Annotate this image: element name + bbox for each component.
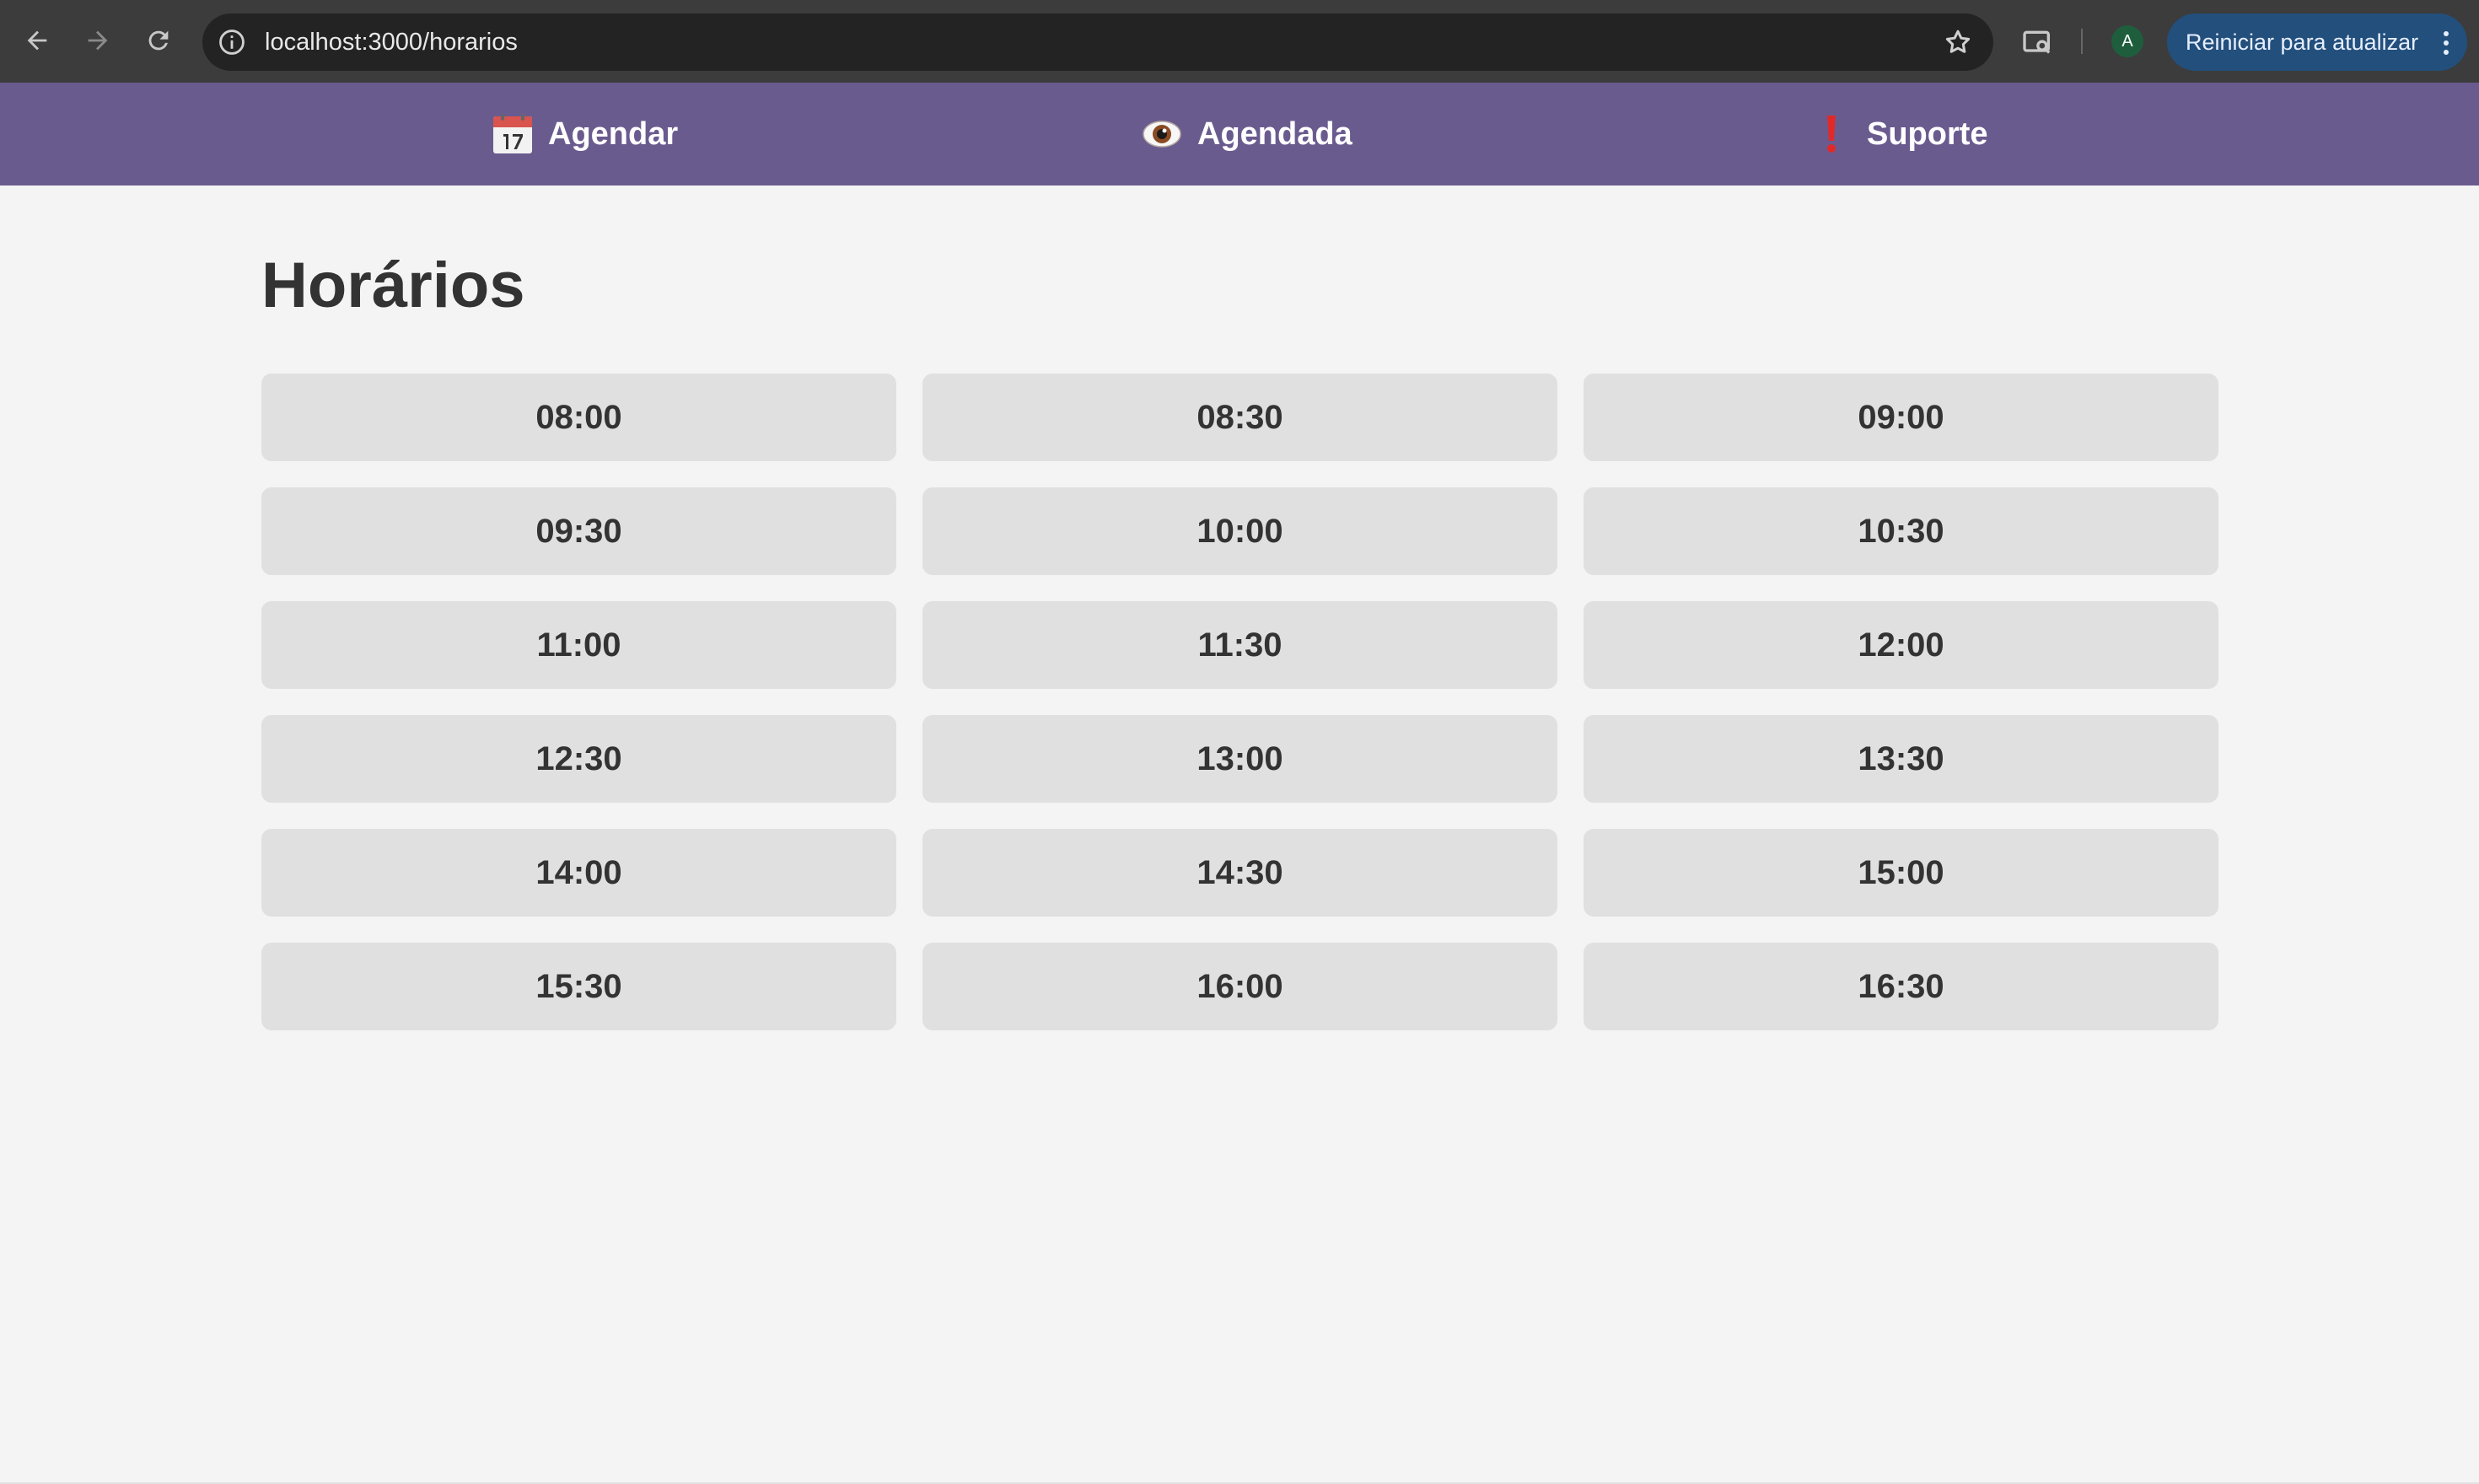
time-slot-button[interactable]: 08:30	[922, 374, 1557, 461]
profile-avatar[interactable]: A	[2111, 25, 2143, 57]
browser-toolbar: localhost:3000/horarios A Reiniciar para…	[0, 0, 2479, 83]
restart-to-update-label: Reiniciar para atualizar	[2186, 30, 2419, 55]
app-navbar: Agendar Agendada Suporte	[0, 83, 2479, 186]
time-slot-button[interactable]: 15:30	[261, 943, 896, 1030]
back-button[interactable]	[13, 17, 61, 64]
time-slot-button[interactable]: 11:00	[261, 601, 896, 689]
time-slot-button[interactable]: 16:30	[1584, 943, 2218, 1030]
time-slot-button[interactable]: 12:00	[1584, 601, 2218, 689]
forward-button[interactable]	[74, 17, 121, 64]
time-slot-button[interactable]: 09:00	[1584, 374, 2218, 461]
time-slot-button[interactable]: 14:30	[922, 829, 1557, 917]
tab-search-icon[interactable]	[2020, 25, 2054, 59]
time-slot-grid: 08:00 08:30 09:00 09:30 10:00 10:30 11:00 11:30…	[261, 374, 2219, 1030]
time-slot-button[interactable]: 09:30	[261, 487, 896, 575]
time-slot-button[interactable]: 16:00	[922, 943, 1557, 1030]
reload-button[interactable]	[135, 17, 182, 64]
time-slot-button[interactable]: 11:30	[922, 601, 1557, 689]
nav-item-suporte[interactable]: Suporte	[1810, 83, 1988, 186]
time-slot-button[interactable]: 12:30	[261, 715, 896, 803]
time-slot-button[interactable]: 15:00	[1584, 829, 2218, 917]
time-slot-button[interactable]: 10:30	[1584, 487, 2218, 575]
nav-item-agendada[interactable]: Agendada	[1140, 83, 1352, 186]
bookmark-star-icon[interactable]	[1943, 27, 1973, 57]
page-title: Horários	[261, 250, 525, 321]
site-info-icon[interactable]	[218, 28, 246, 56]
reload-icon	[148, 30, 169, 51]
address-bar[interactable]: localhost:3000/horarios	[202, 13, 1993, 71]
time-slot-button[interactable]: 14:00	[261, 829, 896, 917]
nav-item-label: Suporte	[1867, 116, 1988, 152]
forward-icon	[88, 30, 108, 51]
toolbar-divider	[2081, 29, 2083, 54]
calendar-icon	[493, 114, 532, 153]
exclamation-icon	[1827, 116, 1836, 153]
eye-icon	[1143, 121, 1181, 148]
nav-item-label: Agendar	[548, 116, 679, 152]
url-text[interactable]: localhost:3000/horarios	[265, 13, 518, 71]
nav-item-label: Agendada	[1197, 116, 1352, 152]
time-slot-button[interactable]: 13:00	[922, 715, 1557, 803]
back-icon	[27, 30, 47, 51]
menu-kebab-icon	[2444, 31, 2449, 55]
time-slot-button[interactable]: 10:00	[922, 487, 1557, 575]
restart-to-update-button[interactable]: Reiniciar para atualizar	[2167, 13, 2467, 71]
time-slot-button[interactable]: 13:30	[1584, 715, 2218, 803]
nav-item-agendar[interactable]: Agendar	[491, 83, 678, 186]
time-slot-button[interactable]: 08:00	[261, 374, 896, 461]
